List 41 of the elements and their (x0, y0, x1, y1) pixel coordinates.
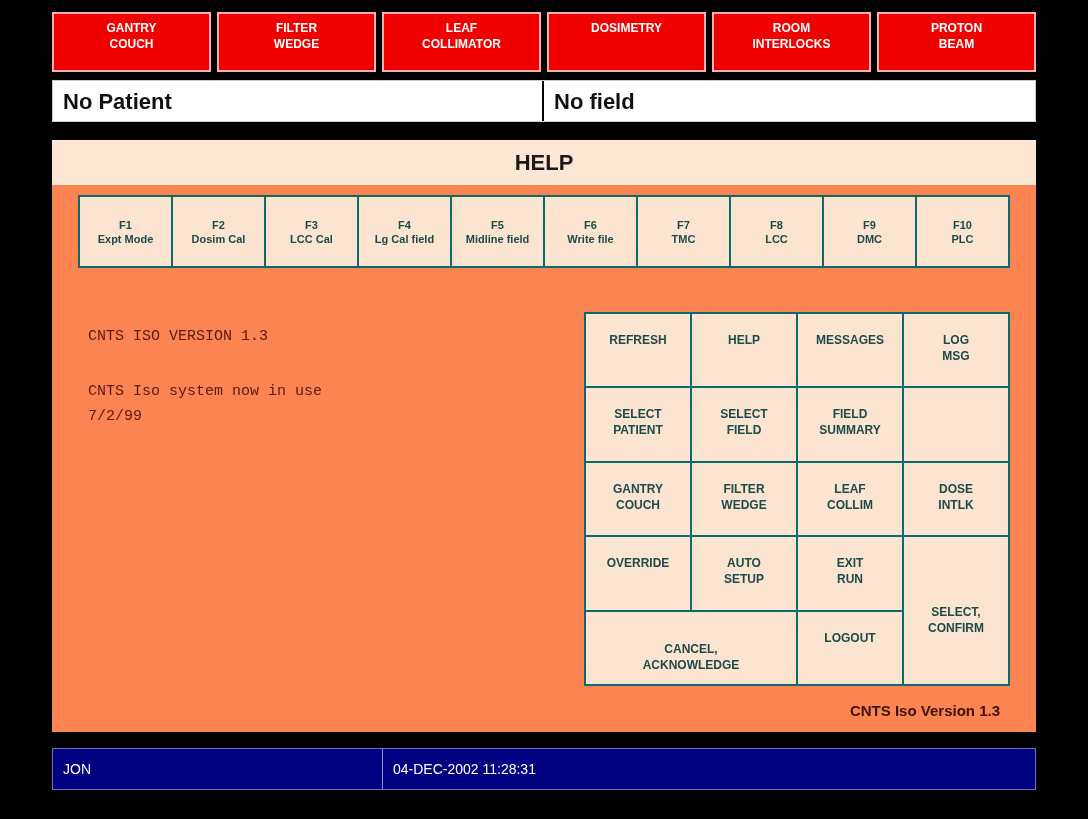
version-text: CNTS Iso Version 1.3 (849, 701, 1000, 721)
message-text: CNTS ISO VERSION 1.3 (88, 327, 270, 347)
command-key[interactable]: MESSAGES (798, 314, 902, 387)
command-key[interactable]: DOSE INTLK (904, 462, 1008, 536)
panel-title: HELP (52, 140, 1036, 185)
command-key[interactable]: SELECT, CONFIRM (904, 537, 1008, 684)
command-key[interactable]: HELP (692, 314, 796, 387)
user-field: JON (53, 749, 383, 789)
function-key[interactable]: F1 Expt Mode (80, 197, 171, 266)
command-key[interactable]: SELECT PATIENT (586, 388, 690, 461)
command-key[interactable]: LEAF COLLIM (798, 462, 902, 536)
module-tab[interactable]: DOSIMETRY (547, 12, 706, 72)
date-time: 04-DEC-2002 11:28:31 (392, 759, 537, 779)
function-key[interactable]: F10 PLC (917, 197, 1008, 266)
command-key[interactable]: EXIT RUN (798, 537, 902, 610)
function-key[interactable]: F3 LCC Cal (266, 197, 357, 266)
command-key[interactable]: LOG MSG (904, 314, 1008, 387)
function-key[interactable]: F6 Write file (545, 197, 636, 266)
function-key[interactable]: F7 TMC (638, 197, 729, 266)
command-key[interactable]: FIELD SUMMARY (798, 388, 902, 461)
command-key[interactable]: LOGOUT (798, 611, 902, 684)
message-text: CNTS Iso system now in use 7/2/99 (88, 382, 324, 427)
command-key[interactable]: CANCEL, ACKNOWLEDGE (586, 611, 796, 684)
module-tab[interactable]: LEAF COLLIMATOR (382, 12, 541, 72)
function-key[interactable]: F9 DMC (824, 197, 915, 266)
command-key[interactable]: AUTO SETUP (692, 537, 796, 610)
field-display: No field (553, 87, 636, 116)
module-tab[interactable]: PROTON BEAM (877, 12, 1036, 72)
patient-display: No Patient (53, 81, 544, 121)
module-tab[interactable]: GANTRY COUCH (52, 12, 211, 72)
function-key[interactable]: F8 LCC (731, 197, 822, 266)
command-key[interactable]: OVERRIDE (586, 537, 690, 610)
function-key[interactable]: F5 Midline field (452, 197, 543, 266)
function-key[interactable]: F2 Dosim Cal (173, 197, 264, 266)
command-key[interactable]: FILTER WEDGE (692, 462, 796, 536)
command-key[interactable]: GANTRY COUCH (586, 462, 690, 536)
function-key[interactable]: F4 Lg Cal field (359, 197, 450, 266)
command-key[interactable]: SELECT FIELD (692, 388, 796, 461)
command-key[interactable]: REFRESH (586, 314, 690, 387)
module-tab[interactable]: ROOM INTERLOCKS (712, 12, 871, 72)
module-tab[interactable]: FILTER WEDGE (217, 12, 376, 72)
